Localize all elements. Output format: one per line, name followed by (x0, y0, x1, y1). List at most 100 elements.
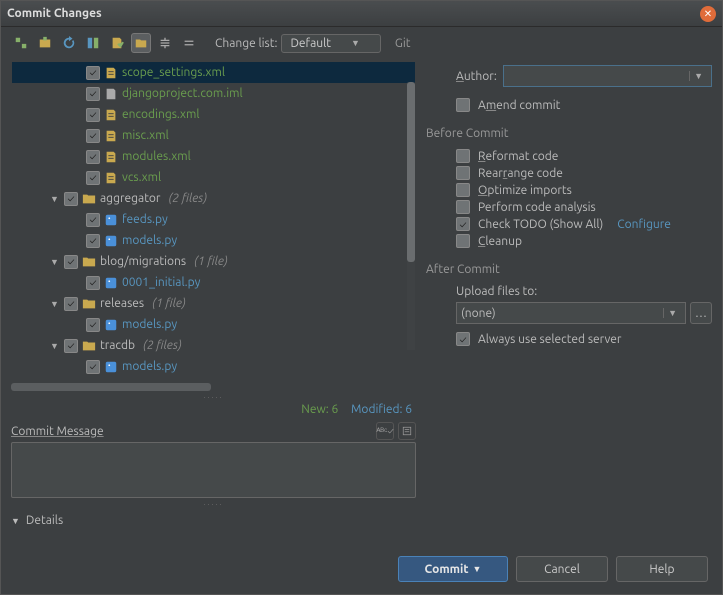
before-commit-item: Cleanup (456, 234, 712, 248)
checkbox[interactable]: ✓ (86, 171, 100, 185)
file-name: aggregator (100, 192, 160, 205)
group-by-dir-icon[interactable] (131, 33, 151, 53)
cancel-button[interactable]: Cancel (516, 556, 608, 582)
close-icon[interactable]: ✕ (700, 6, 716, 22)
before-commit-header: Before Commit (426, 127, 712, 140)
option-label: Reformat code (478, 150, 558, 163)
file-name: modules.xml (122, 150, 191, 163)
horizontal-scrollbar[interactable] (11, 383, 211, 391)
spellcheck-icon[interactable]: ᴬᴮᶜ✓ (376, 422, 394, 440)
checkbox[interactable] (456, 234, 470, 248)
py-icon (104, 360, 118, 374)
changelist-icon[interactable] (107, 33, 127, 53)
tree-file[interactable]: ✓feeds.py (12, 209, 415, 230)
checkbox[interactable]: ✓ (86, 108, 100, 122)
expander-icon[interactable]: ▼ (50, 299, 60, 309)
tree-folder[interactable]: ▼ ✓ releases (1 file) (12, 293, 415, 314)
checkbox[interactable]: ✓ (86, 129, 100, 143)
details-toggle[interactable]: ▼ Details (11, 508, 416, 529)
refresh-icon[interactable] (59, 33, 79, 53)
amend-checkbox[interactable] (456, 98, 470, 112)
file-name: releases (100, 297, 144, 310)
checkbox[interactable] (456, 149, 470, 163)
resize-grip[interactable]: ..... (11, 391, 416, 401)
tree-file[interactable]: ✓ scope_settings.xml (12, 62, 415, 83)
tree-folder[interactable]: ▼ ✓ aggregator (2 files) (12, 188, 415, 209)
file-count: (1 file) (152, 297, 186, 310)
tree-file[interactable]: ✓misc.xml (12, 125, 415, 146)
change-list-select[interactable]: Default ▼ (281, 34, 380, 53)
upload-combo[interactable]: (none) ▼ (456, 302, 686, 324)
option-label: Rearrange code (478, 167, 563, 180)
author-combo[interactable]: ▼ (503, 65, 712, 87)
before-commit-item: Optimize imports (456, 183, 712, 197)
file-count: (2 files) (143, 339, 182, 352)
before-commit-item: Reformat code (456, 149, 712, 163)
checkbox[interactable]: ✓ (64, 255, 78, 269)
before-commit-item: Check TODO (Show All)Configure (456, 217, 712, 231)
tree-file[interactable]: ✓models.py (12, 356, 415, 377)
chevron-down-icon: ▼ (11, 516, 20, 526)
checkbox[interactable]: ✓ (86, 318, 100, 332)
configure-link[interactable]: Configure (617, 218, 671, 231)
before-commit-item: Perform code analysis (456, 200, 712, 214)
checkbox[interactable]: ✓ (86, 360, 100, 374)
folder-icon (82, 192, 96, 206)
checkbox[interactable]: ✓ (86, 213, 100, 227)
checkbox[interactable] (456, 217, 470, 231)
title-bar: Commit Changes ✕ (1, 1, 722, 27)
browse-button[interactable]: … (690, 302, 712, 324)
commit-button[interactable]: Commit▼ (398, 556, 508, 582)
upload-label: Upload files to: (456, 285, 537, 298)
py-icon (104, 318, 118, 332)
status-bar: New: 6 Modified: 6 (11, 401, 416, 418)
always-checkbox[interactable] (456, 332, 470, 346)
collapse-all-icon[interactable] (179, 33, 199, 53)
checkbox[interactable]: ✓ (86, 234, 100, 248)
modified-count: Modified: 6 (351, 403, 412, 416)
file-name: scope_settings.xml (122, 66, 225, 79)
folder-icon (82, 339, 96, 353)
file-tree[interactable]: ✓ scope_settings.xml ✓djangoproject.com.im… (11, 61, 416, 381)
tree-file[interactable]: ✓models.py (12, 230, 415, 251)
checkbox[interactable]: ✓ (86, 276, 100, 290)
checkbox[interactable]: ✓ (64, 297, 78, 311)
tree-folder[interactable]: ▼✓blog/migrations(1 file) (12, 251, 415, 272)
revert-icon[interactable] (11, 33, 31, 53)
checkbox[interactable] (456, 200, 470, 214)
tree-file[interactable]: ✓djangoproject.com.iml (12, 83, 415, 104)
window-title: Commit Changes (7, 7, 700, 20)
commit-message-input[interactable] (11, 442, 416, 498)
expand-all-icon[interactable] (155, 33, 175, 53)
author-label: Author: (456, 70, 497, 83)
tree-file[interactable]: ✓ modules.xml (12, 146, 415, 167)
vcs-label: Git (395, 37, 411, 50)
checkbox[interactable] (456, 166, 470, 180)
expander-icon[interactable]: ▼ (50, 341, 60, 351)
tree-file[interactable]: ✓vcs.xml (12, 167, 415, 188)
checkbox[interactable]: ✓ (64, 339, 78, 353)
tree-file[interactable]: ✓0001_initial.py (12, 272, 415, 293)
move-icon[interactable] (35, 33, 55, 53)
tree-file[interactable]: ✓ models.py (12, 314, 415, 335)
resize-grip-2[interactable]: ..... (11, 498, 416, 508)
scrollbar-track[interactable] (407, 82, 415, 350)
option-label: Optimize imports (478, 184, 572, 197)
tree-file[interactable]: ✓encodings.xml (12, 104, 415, 125)
history-icon[interactable] (398, 422, 416, 440)
checkbox[interactable] (456, 183, 470, 197)
help-button[interactable]: Help (616, 556, 708, 582)
folder-icon (82, 255, 96, 269)
chevron-down-icon: ▼ (663, 308, 681, 318)
expander-icon[interactable]: ▼ (50, 257, 60, 267)
file-count: (2 files) (168, 192, 207, 205)
file-name: models.py (122, 318, 177, 331)
diff-icon[interactable] (83, 33, 103, 53)
checkbox[interactable]: ✓ (64, 192, 78, 206)
tree-folder[interactable]: ▼✓tracdb(2 files) (12, 335, 415, 356)
checkbox[interactable]: ✓ (86, 150, 100, 164)
expander-icon[interactable]: ▼ (50, 194, 60, 204)
checkbox[interactable]: ✓ (86, 87, 100, 101)
checkbox[interactable]: ✓ (86, 66, 100, 80)
scrollbar-thumb[interactable] (407, 82, 415, 262)
